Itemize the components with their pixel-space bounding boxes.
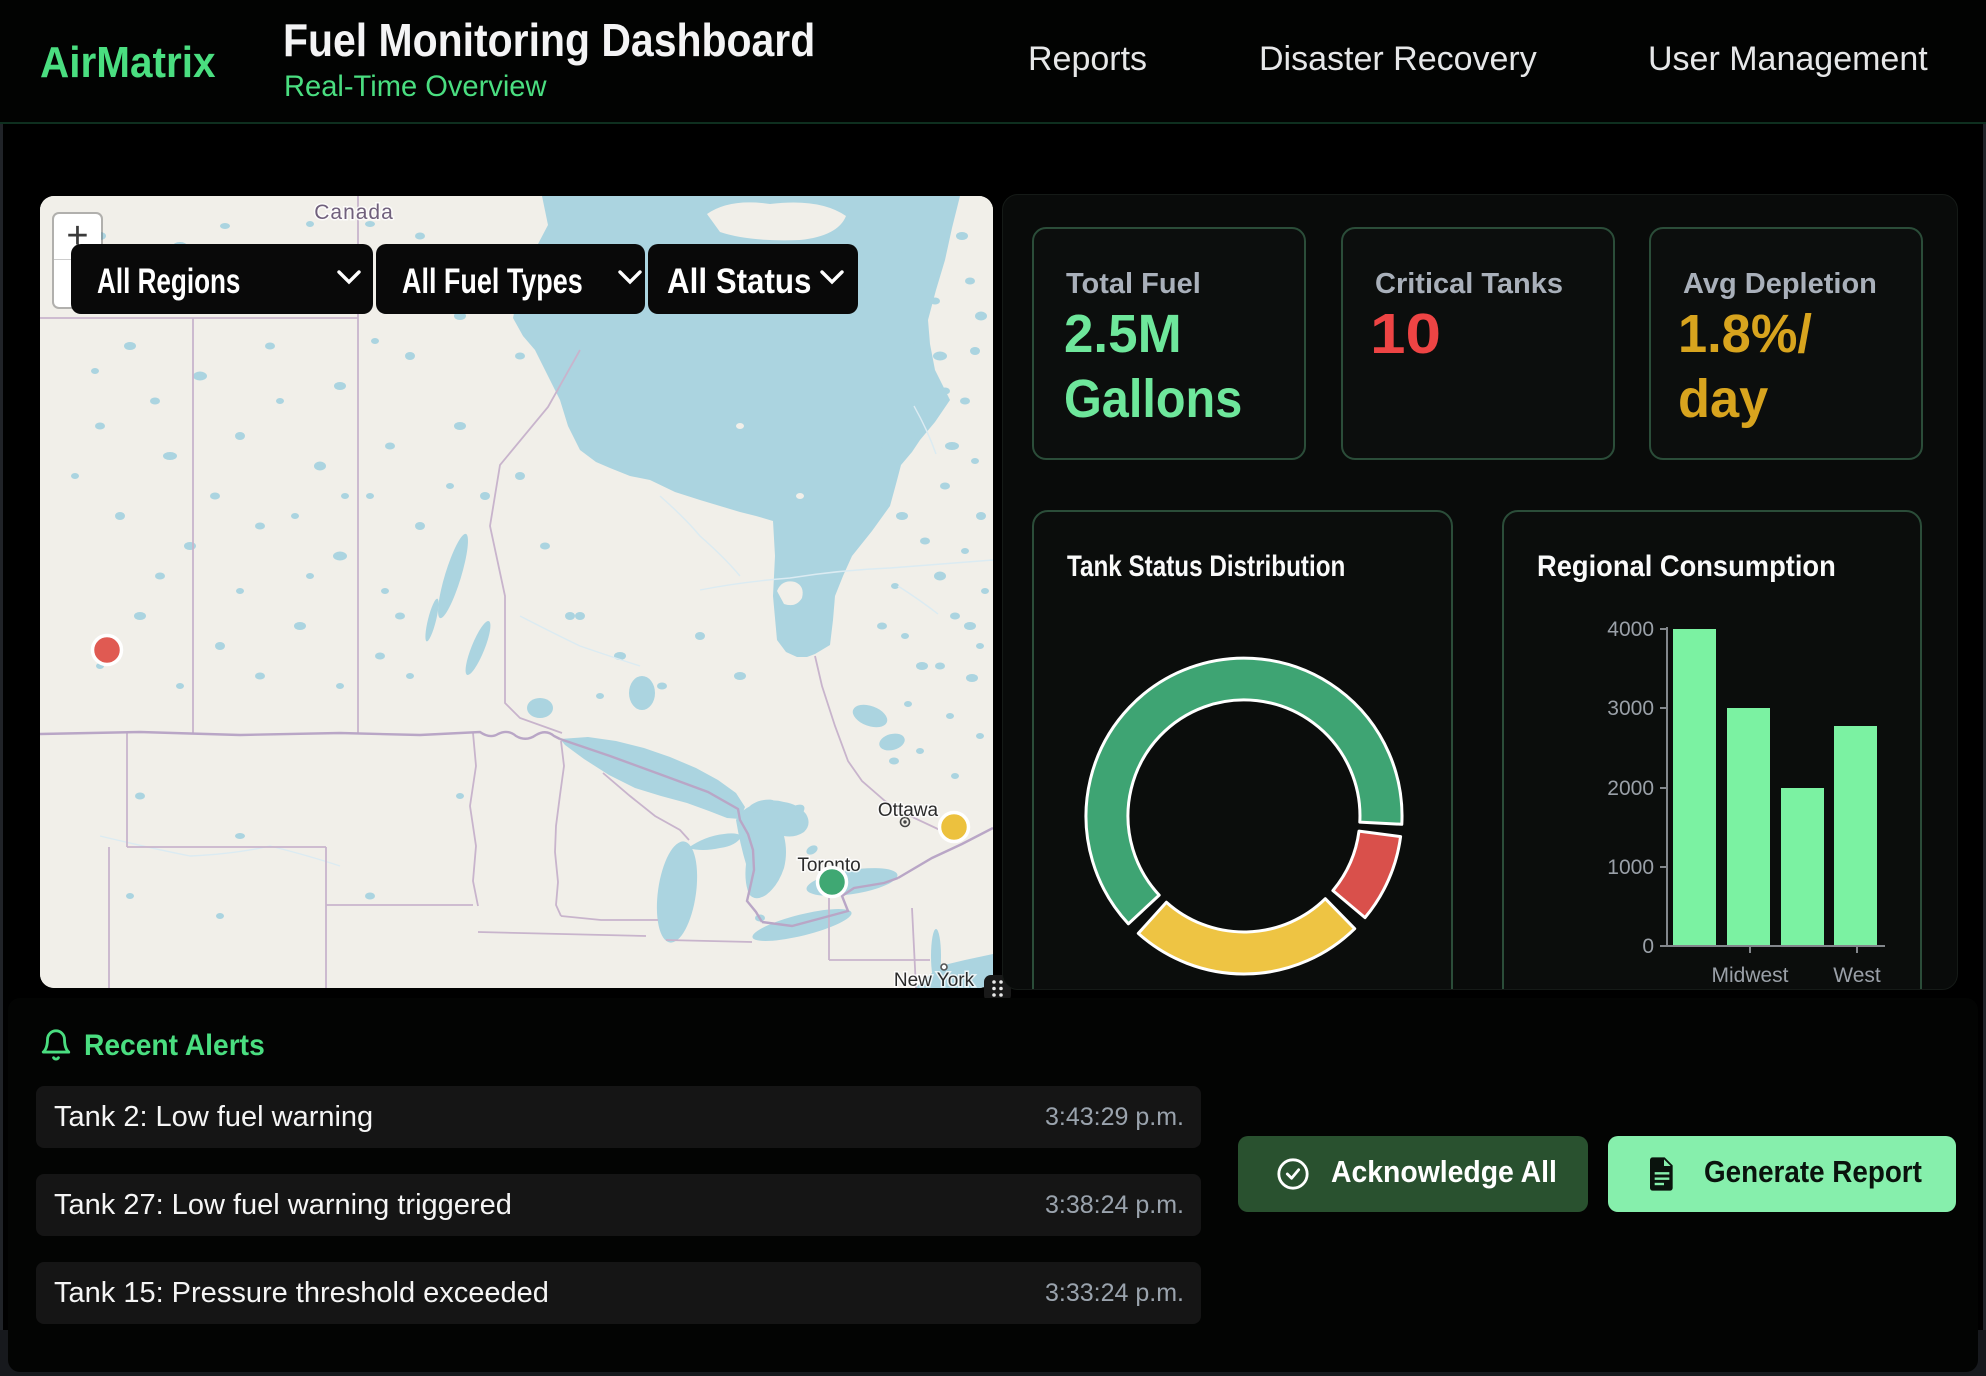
svg-text:3000: 3000 [1607,697,1654,720]
svg-text:Canada: Canada [314,201,394,224]
svg-text:0: 0 [1642,935,1654,958]
svg-text:West: West [1833,964,1881,987]
svg-text:Midwest: Midwest [1711,964,1788,987]
svg-text:New York: New York [894,970,975,988]
svg-text:2000: 2000 [1607,777,1654,800]
svg-text:Ottawa: Ottawa [878,800,939,821]
svg-text:1000: 1000 [1607,856,1654,879]
svg-text:4000: 4000 [1607,618,1654,641]
